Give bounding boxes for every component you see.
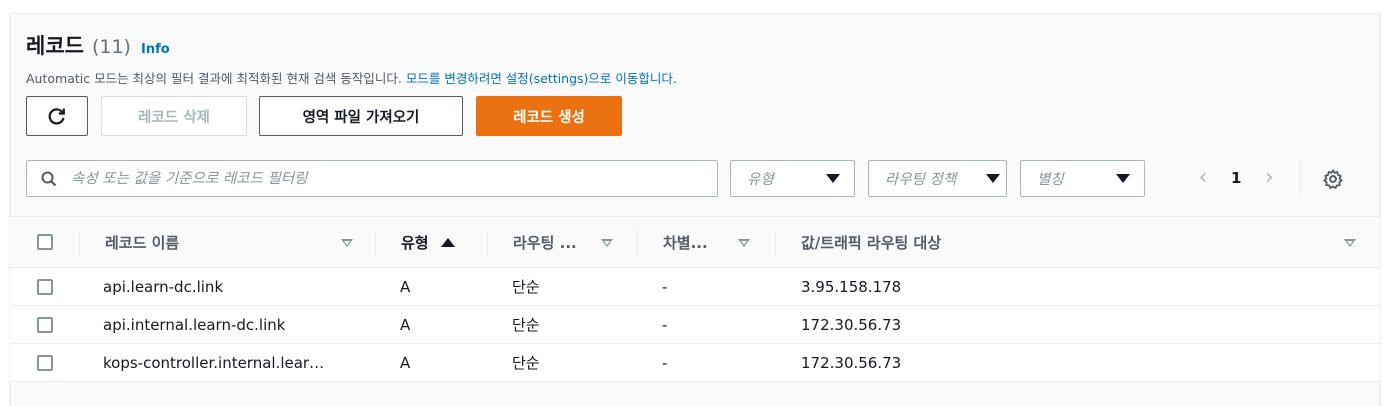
record-count: (11) (91, 36, 131, 58)
column-routing-label: 라우팅 ... (513, 234, 577, 252)
cell-record-name[interactable]: kops-controller.internal.lear… (103, 344, 324, 381)
select-all-checkbox[interactable] (37, 234, 53, 250)
info-link[interactable]: Info (141, 42, 170, 57)
alias-filter-select[interactable]: 별칭 (1020, 160, 1145, 197)
table-row[interactable]: kops-controller.internal.lear… A 단순 - 17… (10, 344, 1380, 382)
caret-down-icon (1116, 174, 1130, 183)
cell-routing: 단순 (512, 354, 540, 372)
type-filter-select[interactable]: 유형 (730, 160, 855, 197)
column-divider (775, 230, 776, 256)
caret-down-icon (986, 174, 1000, 183)
column-divider (375, 230, 376, 256)
current-page[interactable]: 1 (1231, 169, 1241, 187)
sort-icon (341, 239, 353, 247)
table-row[interactable]: api.learn-dc.link A 단순 - 3.95.158.178 (10, 268, 1380, 306)
prev-page-icon[interactable]: ‹ (1193, 166, 1213, 190)
cell-type: A (400, 277, 411, 296)
column-divider (637, 230, 638, 256)
settings-link[interactable]: 모드를 변경하려면 설정(settings)으로 이동합니다. (406, 71, 677, 86)
create-record-button[interactable]: 레코드 생성 (476, 96, 622, 136)
import-zone-file-button[interactable]: 영역 파일 가져오기 (259, 96, 463, 136)
refresh-icon (48, 108, 65, 125)
column-divider (79, 230, 80, 256)
cell-diff: - (662, 353, 668, 372)
cell-type: A (400, 315, 411, 334)
table-row[interactable]: api.internal.learn-dc.link A 단순 - 172.30… (10, 306, 1380, 344)
alias-filter-placeholder: 별칭 (1037, 172, 1064, 188)
sort-ascending-icon (440, 238, 455, 247)
column-header-value[interactable]: 값/트래픽 라우팅 대상 (801, 217, 1371, 268)
table-header: 레코드 이름 유형 라우팅 ... 차별... 값/트래픽 라우팅 대상 (10, 216, 1380, 268)
pagination: ‹ 1 › (1193, 166, 1279, 190)
divider (1300, 160, 1301, 196)
cell-routing: 단순 (512, 316, 540, 334)
next-page-icon[interactable]: › (1259, 166, 1279, 190)
preferences-button[interactable] (1322, 168, 1344, 194)
search-field[interactable] (26, 160, 718, 197)
row-checkbox[interactable] (37, 355, 53, 371)
cell-value: 172.30.56.73 (801, 353, 902, 372)
description-text: Automatic 모드는 최상의 필터 결과에 최적화된 현재 검색 동작입니… (26, 71, 402, 86)
column-name-label: 레코드 이름 (105, 234, 180, 252)
column-diff-label: 차별... (663, 234, 708, 252)
gear-icon (1323, 169, 1343, 189)
search-input[interactable] (71, 170, 671, 187)
records-table: 레코드 이름 유형 라우팅 ... 차별... 값/트래픽 라우팅 대상 api… (10, 216, 1380, 382)
cell-record-name[interactable]: api.learn-dc.link (103, 268, 223, 305)
search-icon (41, 171, 57, 186)
column-header-type[interactable]: 유형 (401, 217, 481, 268)
sort-icon (601, 239, 613, 247)
cell-diff: - (662, 277, 668, 296)
cell-value: 172.30.56.73 (801, 315, 902, 334)
cell-value: 3.95.158.178 (801, 277, 902, 296)
routing-policy-select[interactable]: 라우팅 정책 (868, 160, 1007, 197)
caret-down-icon (826, 174, 840, 183)
cell-record-name[interactable]: api.internal.learn-dc.link (103, 306, 285, 343)
delete-record-button[interactable]: 레코드 삭제 (101, 96, 247, 136)
column-header-name[interactable]: 레코드 이름 (105, 217, 365, 268)
page-title: 레코드 (26, 34, 84, 58)
column-type-label: 유형 (401, 234, 429, 252)
routing-filter-placeholder: 라우팅 정책 (885, 172, 957, 188)
row-checkbox[interactable] (37, 317, 53, 333)
refresh-button[interactable] (26, 96, 88, 136)
sort-icon (1344, 239, 1356, 247)
cell-diff: - (662, 315, 668, 334)
row-checkbox[interactable] (37, 279, 53, 295)
column-divider (487, 230, 488, 256)
column-header-diff[interactable]: 차별... (663, 217, 773, 268)
type-filter-placeholder: 유형 (747, 172, 774, 188)
cell-routing: 단순 (512, 278, 540, 296)
description: Automatic 모드는 최상의 필터 결과에 최적화된 현재 검색 동작입니… (26, 68, 677, 87)
sort-icon (738, 239, 750, 247)
panel-header: 레코드 (11) Info (26, 30, 170, 60)
cell-type: A (400, 353, 411, 372)
column-header-routing[interactable]: 라우팅 ... (513, 217, 633, 268)
column-value-label: 값/트래픽 라우팅 대상 (801, 234, 942, 252)
